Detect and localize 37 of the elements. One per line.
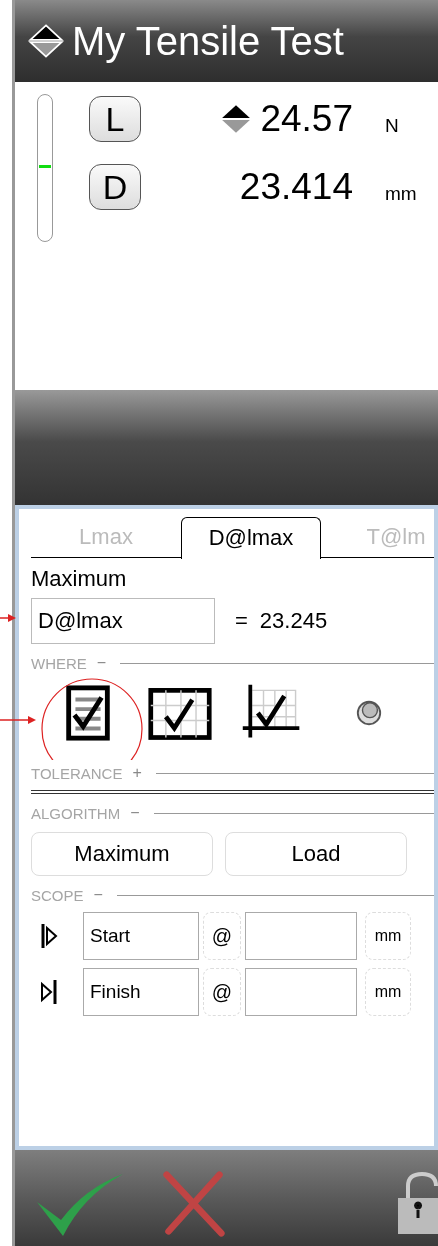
scope-label-field[interactable]: Finish [83,968,199,1016]
section-label: TOLERANCE [31,764,123,782]
collapse-toggle[interactable]: − [93,886,103,904]
collapse-toggle[interactable]: − [130,804,140,822]
annotation-arrow [0,614,16,622]
expand-toggle[interactable]: + [132,764,142,782]
channel-button[interactable]: L [89,96,141,142]
annotation-arrow [0,716,36,724]
equals-sign: = [235,608,248,634]
reading-unit: mm [385,183,417,205]
position-field[interactable] [245,968,357,1016]
collapse-toggle[interactable]: − [96,654,107,672]
at-button[interactable]: @ [203,912,241,960]
finish-marker-icon [39,977,59,1007]
padlock-icon[interactable] [398,1172,438,1234]
at-button[interactable]: @ [203,968,241,1016]
position-field[interactable] [245,912,357,960]
reading-value: 23.414 [239,166,353,208]
channel-button[interactable]: D [89,164,141,210]
section-label: SCOPE [31,886,84,904]
name-field[interactable]: D@lmax [31,598,215,644]
start-marker-icon [39,921,59,951]
section-label: WHERE [31,654,87,672]
result-value: 23.245 [259,608,328,634]
unit-button[interactable]: mm [365,912,411,960]
marker-icon[interactable] [355,699,383,727]
window-title: My Tensile Test [72,18,344,64]
reading-value: 24.57 [260,98,353,140]
result-heading: Maximum [31,566,128,592]
section-label: ALGORITHM [31,804,121,822]
unit-button[interactable]: mm [365,968,411,1016]
algorithm-button[interactable]: Maximum [31,832,213,876]
reading-unit: N [385,115,399,137]
sort-icon[interactable] [28,23,64,59]
scope-label-field[interactable]: Start [83,912,199,960]
tab[interactable]: D@lmax [181,516,321,559]
algorithm-button[interactable]: Load [225,832,407,876]
